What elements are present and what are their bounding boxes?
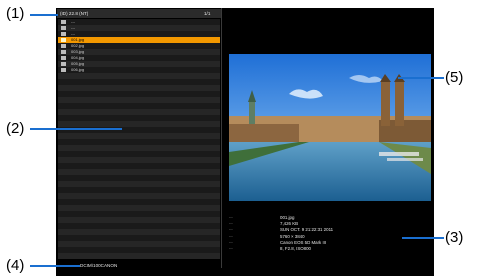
image-file-icon [61, 50, 66, 54]
file-info-label: --- [229, 215, 233, 219]
file-list[interactable]: --- --- --- 001.jpg 002.jpg 003.jpg 004.jpg 005… [58, 19, 220, 264]
row-stripe [58, 253, 220, 259]
folder-path: DCIM\100CANON [80, 263, 118, 268]
folder-icon [61, 32, 66, 36]
file-info-value: 5760 × 3840 [280, 233, 305, 239]
status-bar-text: (ID) 22.8 (NT) [60, 11, 89, 16]
file-info-row: --- Canon EOS 5D Mark III [229, 240, 429, 246]
file-info-label: --- [229, 227, 233, 232]
file-info-row: --- 001.jpg [229, 215, 429, 221]
image-file-icon [61, 68, 66, 72]
file-info-label: --- [229, 221, 233, 226]
page-counter: 1/1 [204, 11, 211, 16]
callout-3: (3) [445, 229, 464, 246]
image-file-icon [61, 38, 66, 42]
image-file-icon [61, 44, 66, 48]
file-info-label: --- [229, 233, 233, 238]
callout-3-leader [402, 237, 444, 239]
file-info-value: 7,426 KB [280, 221, 299, 227]
file-info-value: 8, F2.8, ISO800 [280, 246, 311, 251]
file-info-row: --- SUN OCT. 9 21:22:31 2011 [229, 227, 429, 233]
callout-1-leader [30, 14, 58, 16]
callout-5-leader [398, 77, 444, 79]
file-info-panel: --- 001.jpg --- 7,426 KB --- SUN OCT. 9 21:22… [229, 214, 429, 264]
file-info-value: 001.jpg [280, 215, 295, 220]
callout-5: (5) [445, 69, 464, 86]
back-icon [61, 26, 66, 30]
pane-divider [221, 8, 222, 268]
callout-4-leader [30, 265, 80, 267]
callout-1: (1) [6, 5, 25, 22]
file-info-value: Canon EOS 5D Mark III [280, 239, 327, 245]
callout-4: (4) [6, 257, 25, 274]
callout-2: (2) [6, 120, 25, 137]
status-bar: (ID) 22.8 (NT) 1/1 [57, 9, 221, 18]
file-info-label: --- [229, 239, 233, 244]
grid-icon [61, 20, 66, 24]
callout-2-leader [30, 128, 122, 130]
empty-row [58, 253, 220, 259]
file-info-row: --- 7,426 KB [229, 221, 429, 227]
file-info-row: --- 5760 × 3840 [229, 234, 429, 240]
file-info-row: --- 8, F2.8, ISO800 [229, 246, 429, 252]
file-info-label: --- [229, 246, 233, 250]
file-info-value: SUN OCT. 9 21:22:31 2011 [280, 227, 334, 233]
image-file-icon [61, 56, 66, 60]
image-file-icon [61, 62, 66, 66]
